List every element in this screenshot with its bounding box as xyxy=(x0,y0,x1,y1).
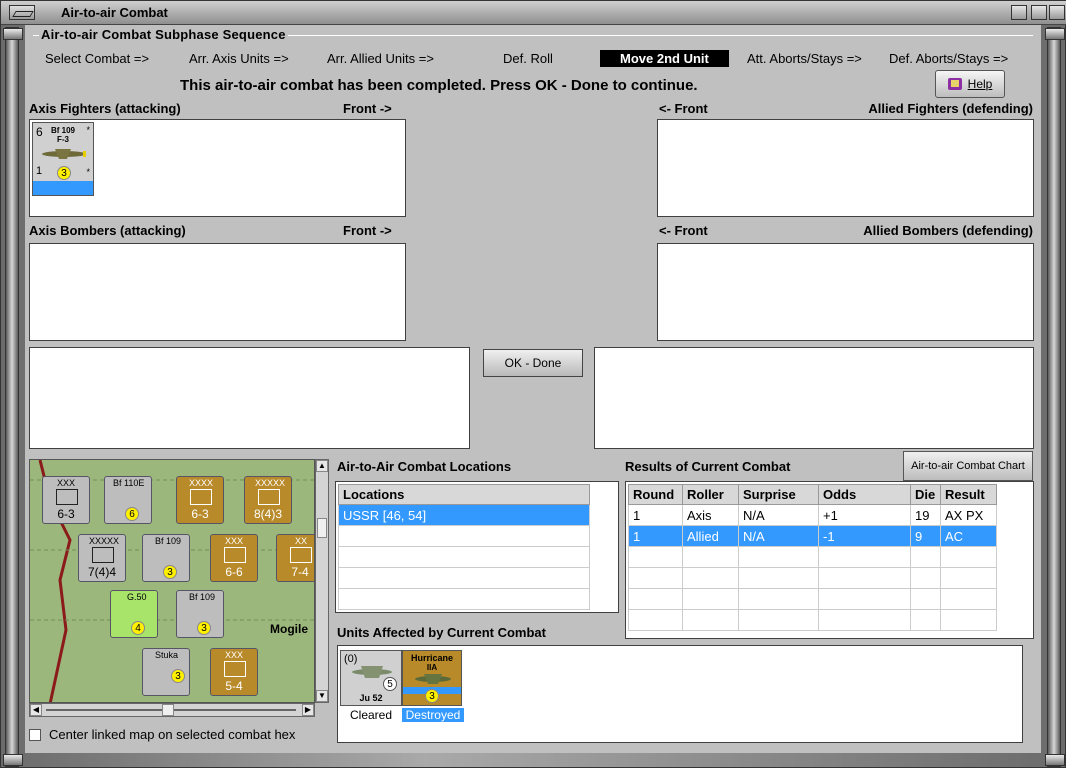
unit-star-top: * xyxy=(86,125,90,135)
axis-bombers-front-label: Front -> xyxy=(343,223,392,238)
map-hex-counter[interactable]: G.50 4 xyxy=(110,590,158,638)
map-hex-counter[interactable]: XX 7-4 xyxy=(276,534,314,582)
step-att-aborts-stays: Att. Aborts/Stays => xyxy=(747,51,862,66)
step-arr-allied-units: Arr. Allied Units => xyxy=(327,51,434,66)
map-hex-counter[interactable]: XXX 6-6 xyxy=(210,534,258,582)
subphase-steps: Select Combat => Arr. Axis Units => Arr.… xyxy=(29,50,1035,69)
axis-bombers-label: Axis Bombers (attacking) xyxy=(29,223,186,238)
allied-fighters-label: Allied Fighters (defending) xyxy=(868,101,1033,116)
ok-done-button[interactable]: OK - Done xyxy=(483,349,583,377)
bf109-plane-icon xyxy=(42,149,86,159)
allied-bombers-front-label: <- Front xyxy=(659,223,708,238)
unit-defense-value: 1 xyxy=(36,165,43,177)
table-row[interactable]: 1 Axis N/A +1 19 AX PX xyxy=(628,504,997,526)
table-row[interactable]: 1 Allied N/A -1 9 AC xyxy=(628,525,997,547)
left-frame-pillar xyxy=(3,27,23,767)
window-title: Air-to-air Combat xyxy=(61,5,168,20)
unit-range-value: 3 xyxy=(57,166,71,180)
affected-unit-hurricane-status: Destroyed xyxy=(402,708,464,722)
results-title: Results of Current Combat xyxy=(625,459,791,474)
axis-bombers-box[interactable] xyxy=(29,243,406,341)
title-bar[interactable]: Air-to-air Combat xyxy=(1,1,1066,25)
map-hex-counter[interactable]: XXXXX 8(4)3 xyxy=(244,476,292,524)
help-button-label: Help xyxy=(967,77,993,91)
results-table: Round Roller Surprise Odds Die Result 1A… xyxy=(628,484,997,631)
center-map-checkbox[interactable] xyxy=(29,729,41,741)
col-result: Result xyxy=(940,484,997,505)
scroll-right-icon[interactable]: ▶ xyxy=(302,704,314,716)
col-roller: Roller xyxy=(682,484,739,505)
affected-unit-ju52-status: Cleared xyxy=(349,708,393,722)
combat-chart-button[interactable]: Air-to-air Combat Chart xyxy=(903,451,1033,481)
scroll-left-icon[interactable]: ◀ xyxy=(30,704,42,716)
step-select-combat: Select Combat => xyxy=(45,51,150,66)
results-table-box[interactable]: Round Roller Surprise Odds Die Result 1A… xyxy=(625,481,1034,639)
subphase-sequence: Air-to-air Combat Subphase Sequence Sele… xyxy=(29,27,1035,71)
unit-model: F-3 xyxy=(57,135,69,144)
center-map-label: Center linked map on selected combat hex xyxy=(49,727,296,742)
affected-unit-ju52[interactable]: (0) 5 Ju 52 xyxy=(340,650,402,706)
map-hex-counter[interactable]: XXX 5-4 xyxy=(210,648,258,696)
map-hex-counter[interactable]: Bf 110E 6 xyxy=(104,476,152,524)
status-banner: This air-to-air combat has been complete… xyxy=(180,77,698,94)
affected-unit-hurricane[interactable]: Hurricane IIA 3 xyxy=(402,650,462,706)
col-odds: Odds xyxy=(818,484,911,505)
scroll-thumb[interactable] xyxy=(317,518,327,538)
allied-bombers-box[interactable] xyxy=(657,243,1034,341)
col-round: Round xyxy=(628,484,683,505)
allied-message-box xyxy=(594,347,1034,449)
allied-bombers-label: Allied Bombers (defending) xyxy=(863,223,1033,238)
system-menu-icon[interactable] xyxy=(9,5,35,20)
locations-list[interactable]: Locations USSR [46, 54] xyxy=(335,481,619,613)
map-horizontal-scrollbar[interactable]: ◀ ▶ xyxy=(29,703,315,717)
map-hex-counter[interactable]: XXXXX 7(4)4 xyxy=(78,534,126,582)
close-icon[interactable] xyxy=(1049,5,1065,20)
map-hex-counter[interactable]: Bf 109 3 xyxy=(142,534,190,582)
col-die: Die xyxy=(910,484,941,505)
map-vertical-scrollbar[interactable]: ▲ ▼ xyxy=(315,459,329,703)
step-def-aborts-stays: Def. Aborts/Stays => xyxy=(889,51,1009,66)
unit-star-bottom: * xyxy=(86,167,90,177)
map-hex-counter[interactable]: Bf 109 3 xyxy=(176,590,224,638)
locations-title: Air-to-Air Combat Locations xyxy=(337,459,512,474)
scroll-up-icon[interactable]: ▲ xyxy=(316,460,328,472)
step-move-2nd-unit: Move 2nd Unit xyxy=(600,50,729,67)
allied-fighters-front-label: <- Front xyxy=(659,101,708,116)
map-hex-counter[interactable]: XXX 6-3 xyxy=(42,476,90,524)
map-hex-counter[interactable]: Stuka 3 xyxy=(142,648,190,696)
right-frame-pillar xyxy=(1045,27,1065,767)
axis-fighters-front-label: Front -> xyxy=(343,101,392,116)
step-def-roll: Def. Roll xyxy=(503,51,553,66)
maximize-icon[interactable] xyxy=(1031,5,1047,20)
axis-fighters-box[interactable]: 6 Bf 109 F-3 * 1 3 * xyxy=(29,119,406,217)
axis-message-box xyxy=(29,347,470,449)
col-surprise: Surprise xyxy=(738,484,819,505)
affected-units-box[interactable]: (0) 5 Ju 52 Cleared Hurricane IIA 3 Dest… xyxy=(337,645,1023,743)
map-place-label: Mogile xyxy=(270,622,308,636)
axis-fighter-counter[interactable]: 6 Bf 109 F-3 * 1 3 * xyxy=(32,122,94,196)
scroll-down-icon[interactable]: ▼ xyxy=(316,690,328,702)
scroll-thumb[interactable] xyxy=(162,704,174,716)
air-combat-window: Air-to-air Combat Air-to-air Combat Subp… xyxy=(0,0,1066,768)
table-row[interactable]: USSR [46, 54] xyxy=(338,504,590,526)
linked-map[interactable]: XXX 6-3 Bf 110E 6 XXXX 6-3 XXXXX 8(4)3 XXXXX… xyxy=(29,459,315,703)
help-book-icon xyxy=(947,78,962,90)
unit-selected-bar xyxy=(33,181,93,195)
step-arr-axis-units: Arr. Axis Units => xyxy=(189,51,289,66)
locations-header: Locations xyxy=(338,484,590,505)
unit-name: Bf 109 xyxy=(50,126,75,135)
hurricane-plane-icon xyxy=(415,674,451,684)
subphase-header: Air-to-air Combat Subphase Sequence xyxy=(39,27,288,42)
minimize-icon[interactable] xyxy=(1011,5,1027,20)
help-button[interactable]: Help xyxy=(935,70,1005,98)
allied-fighters-box[interactable] xyxy=(657,119,1034,217)
map-hex-counter[interactable]: XXXX 6-3 xyxy=(176,476,224,524)
affected-title: Units Affected by Current Combat xyxy=(337,625,546,640)
dialog-client-area: Air-to-air Combat Subphase Sequence Sele… xyxy=(25,25,1041,753)
axis-fighters-label: Axis Fighters (attacking) xyxy=(29,101,181,116)
